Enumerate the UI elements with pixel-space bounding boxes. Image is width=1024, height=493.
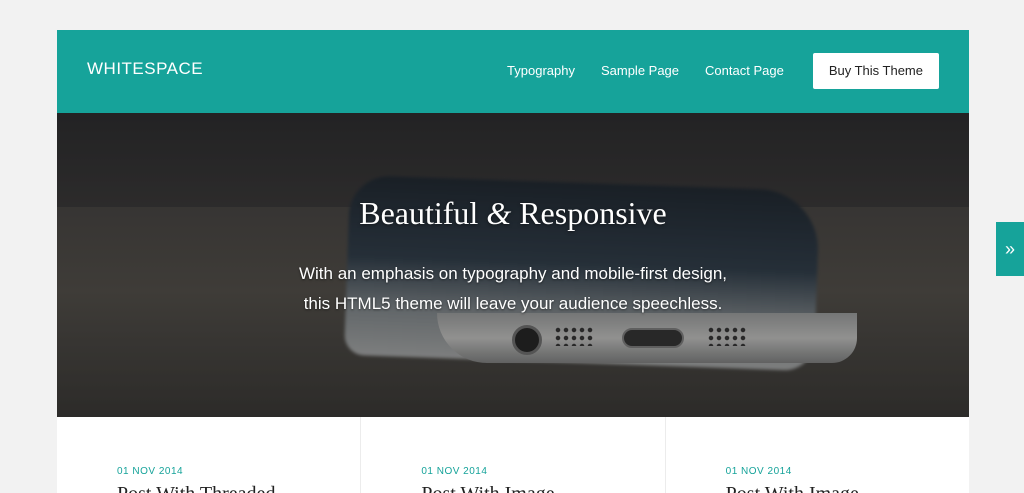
post-card[interactable]: 01 NOV 2014 Post With Image bbox=[666, 417, 969, 493]
site-header: WHITESPACE Typography Sample Page Contac… bbox=[57, 30, 969, 113]
nav-sample-page[interactable]: Sample Page bbox=[601, 53, 679, 89]
headline-part-1: Beautiful bbox=[359, 195, 487, 231]
post-title[interactable]: Post With Threaded bbox=[117, 483, 275, 493]
post-title[interactable]: Post With Image bbox=[421, 483, 554, 493]
tagline-line-2: this HTML5 theme will leave your audienc… bbox=[303, 294, 723, 313]
post-date: 01 NOV 2014 bbox=[725, 466, 792, 477]
headline-ampersand: & bbox=[486, 195, 512, 231]
post-card[interactable]: 01 NOV 2014 Post With Threaded bbox=[57, 417, 362, 493]
hero-banner: Beautiful & Responsive With an emphasis … bbox=[57, 113, 969, 417]
post-card[interactable]: 01 NOV 2014 Post With Image bbox=[361, 417, 666, 493]
main-nav: Typography Sample Page Contact Page Buy … bbox=[481, 53, 939, 89]
post-grid: 01 NOV 2014 Post With Threaded 01 NOV 20… bbox=[57, 417, 969, 493]
nav-contact-page[interactable]: Contact Page bbox=[705, 53, 784, 89]
post-date: 01 NOV 2014 bbox=[117, 466, 184, 477]
buy-theme-button[interactable]: Buy This Theme bbox=[812, 53, 939, 89]
hero-tagline: With an emphasis on typography and mobil… bbox=[57, 259, 969, 319]
side-panel-toggle[interactable]: » bbox=[996, 222, 1024, 276]
nav-typography[interactable]: Typography bbox=[507, 53, 575, 89]
site-container: WHITESPACE Typography Sample Page Contac… bbox=[57, 30, 969, 493]
post-title[interactable]: Post With Image bbox=[726, 483, 859, 493]
site-logo[interactable]: WHITESPACE bbox=[87, 59, 203, 79]
hero-headline: Beautiful & Responsive bbox=[57, 195, 969, 232]
tagline-line-1: With an emphasis on typography and mobil… bbox=[298, 264, 728, 283]
headline-part-2: Responsive bbox=[511, 195, 667, 231]
post-date: 01 NOV 2014 bbox=[421, 466, 488, 477]
